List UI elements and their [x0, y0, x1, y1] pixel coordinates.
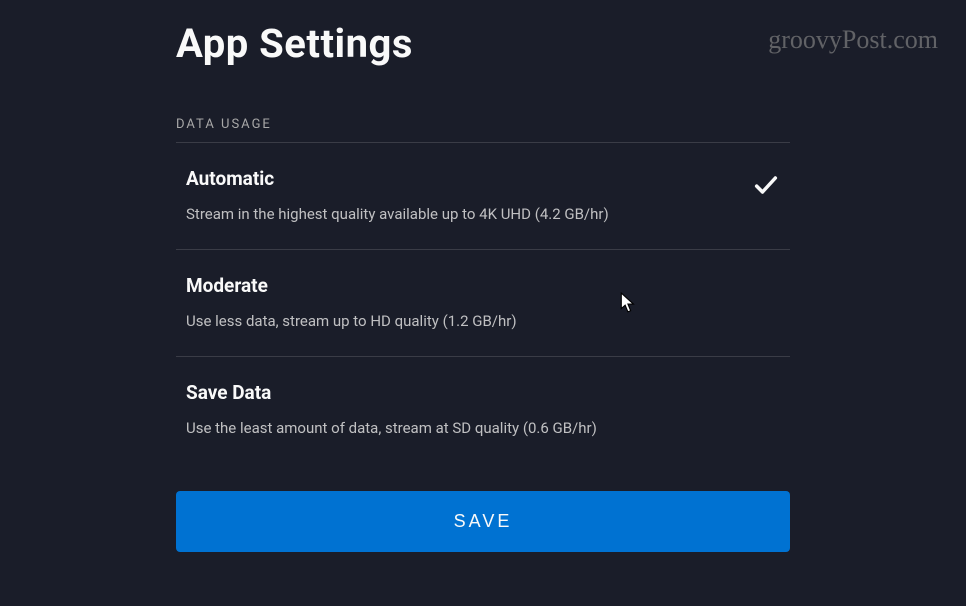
option-title: Save Data: [186, 381, 780, 404]
section-label: DATA USAGE: [176, 117, 790, 132]
option-description: Use less data, stream up to HD quality (…: [186, 311, 780, 332]
option-save-data[interactable]: Save Data Use the least amount of data, …: [176, 357, 790, 463]
option-automatic[interactable]: Automatic Stream in the highest quality …: [176, 143, 790, 249]
save-button[interactable]: SAVE: [176, 491, 790, 552]
option-description: Stream in the highest quality available …: [186, 204, 732, 225]
checkmark-icon: [752, 171, 780, 199]
option-moderate[interactable]: Moderate Use less data, stream up to HD …: [176, 250, 790, 356]
option-title: Moderate: [186, 274, 780, 297]
option-title: Automatic: [186, 167, 732, 190]
watermark: groovyPost.com: [768, 25, 938, 55]
page-title: App Settings: [176, 20, 413, 67]
option-description: Use the least amount of data, stream at …: [186, 418, 780, 439]
